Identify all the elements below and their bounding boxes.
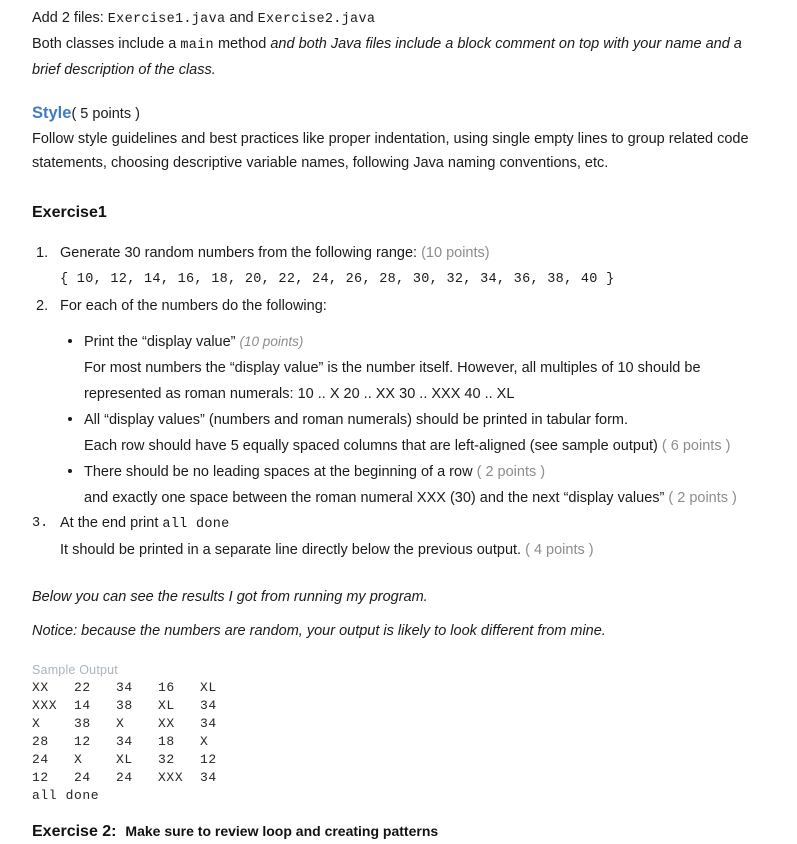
intro-line-1-prefix: Add 2 files: <box>32 10 108 26</box>
bullet-points: ( 2 points ) <box>476 464 546 480</box>
list-item-number: 2. <box>36 298 49 314</box>
note-line-2: Notice: because the numbers are random, … <box>32 623 606 639</box>
exercise2-heading: Exercise 2: Make sure to review loop and… <box>32 819 767 844</box>
intro-line-2: Both classes include a main method and b… <box>32 32 767 82</box>
bullet-text: Print the “display value” <box>84 334 236 350</box>
bullet-text: There should be no leading spaces at the… <box>84 464 473 480</box>
bullet-continuation: For most numbers the “display value” is … <box>84 360 701 376</box>
bullet-continuation: represented as roman numerals: 10 .. X 2… <box>32 381 767 407</box>
intro-line-2-mid: method <box>213 36 271 52</box>
intro-main-keyword: main <box>180 38 214 53</box>
intro-file-2: Exercise2.java <box>257 12 376 27</box>
intro-line-1-mid: and <box>225 10 258 26</box>
intro-line-1: Add 2 files: Exercise1.java and Exercise… <box>32 6 767 32</box>
spacer-after-style <box>32 175 767 201</box>
bullet-dot-icon <box>68 469 72 473</box>
bullet-dot-icon <box>68 417 72 421</box>
exercise1-step-3: 3. At the end print all done It should b… <box>32 511 767 563</box>
spacer-before-ex2 <box>32 805 767 819</box>
list-item: 1. Generate 30 random numbers from the f… <box>32 241 767 266</box>
bullet-continuation-text: Each row should have 5 equally spaced co… <box>84 438 658 454</box>
list-item: 3. At the end print all done <box>32 511 767 537</box>
list-item-text: At the end print <box>60 515 163 531</box>
style-body: Follow style guidelines and best practic… <box>32 131 749 171</box>
note-line-1: Below you can see the results I got from… <box>32 589 428 605</box>
sample-output-label: Sample Output <box>32 663 118 677</box>
list-item-text: For each of the numbers do the following… <box>60 298 327 314</box>
list-item: All “display values” (numbers and roman … <box>32 407 767 433</box>
document-page: Add 2 files: Exercise1.java and Exercise… <box>0 0 797 840</box>
spacer-before-bullets <box>32 319 767 329</box>
spacer-after-intro <box>32 82 767 100</box>
spacer-before-sample <box>32 643 767 661</box>
exercise1-steps: 1. Generate 30 random numbers from the f… <box>32 241 767 319</box>
list-item-text: Generate 30 random numbers from the foll… <box>60 245 418 261</box>
bullet-continuation: Each row should have 5 equally spaced co… <box>32 433 767 459</box>
roman-values: 10 .. X 20 .. XX 30 .. XXX 40 .. XL <box>297 386 515 402</box>
intro-line-2-prefix: Both classes include a <box>32 36 181 52</box>
all-done-code: all done <box>162 517 230 532</box>
list-item-number: 1. <box>36 245 49 261</box>
exercise1-bullets: Print the “display value” (10 points) Fo… <box>32 329 767 511</box>
list-item: Print the “display value” (10 points) <box>32 329 767 355</box>
list-item-subline-points: ( 4 points ) <box>525 542 594 558</box>
list-item-subline: It should be printed in a separate line … <box>32 537 767 563</box>
bullet-continuation-points: ( 6 points ) <box>661 438 731 454</box>
exercise2-subtitle: Make sure to review loop and creating pa… <box>125 823 439 839</box>
list-item-subline-text: It should be printed in a separate line … <box>60 542 522 558</box>
bullet-text: All “display values” (numbers and roman … <box>84 412 629 428</box>
roman-prefix: represented as roman numerals: <box>84 386 298 402</box>
list-item-number: 3. <box>32 516 49 531</box>
list-item: There should be no leading spaces at the… <box>32 459 767 485</box>
list-item-points: (10 points) <box>421 245 490 261</box>
spacer-after-ex1-heading <box>32 225 767 241</box>
style-heading: Style( 5 points ) <box>32 100 767 127</box>
sample-output-block: XX 22 34 16 XL XXX 14 38 XL 34 X 38 X XX… <box>32 680 217 803</box>
number-range-line: { 10, 12, 14, 16, 18, 20, 22, 24, 26, 28… <box>60 272 615 287</box>
spacer-between-notes <box>32 609 767 619</box>
style-points: ( 5 points ) <box>71 106 140 122</box>
bullet-continuation-text: and exactly one space between the roman … <box>84 490 665 506</box>
exercise1-heading: Exercise1 <box>32 204 107 221</box>
bullet-dot-icon <box>68 339 72 343</box>
list-item: 2. For each of the numbers do the follow… <box>32 294 767 319</box>
intro-file-1: Exercise1.java <box>107 12 226 27</box>
style-heading-label: Style <box>32 104 72 122</box>
bullet-continuation: and exactly one space between the roman … <box>32 485 767 511</box>
exercise2-heading-label: Exercise 2: <box>32 823 117 840</box>
bullet-continuation-points: ( 2 points ) <box>668 490 737 506</box>
bullet-points: (10 points) <box>239 334 304 349</box>
spacer-before-notes <box>32 563 767 585</box>
document-body: Add 2 files: Exercise1.java and Exercise… <box>0 0 797 844</box>
